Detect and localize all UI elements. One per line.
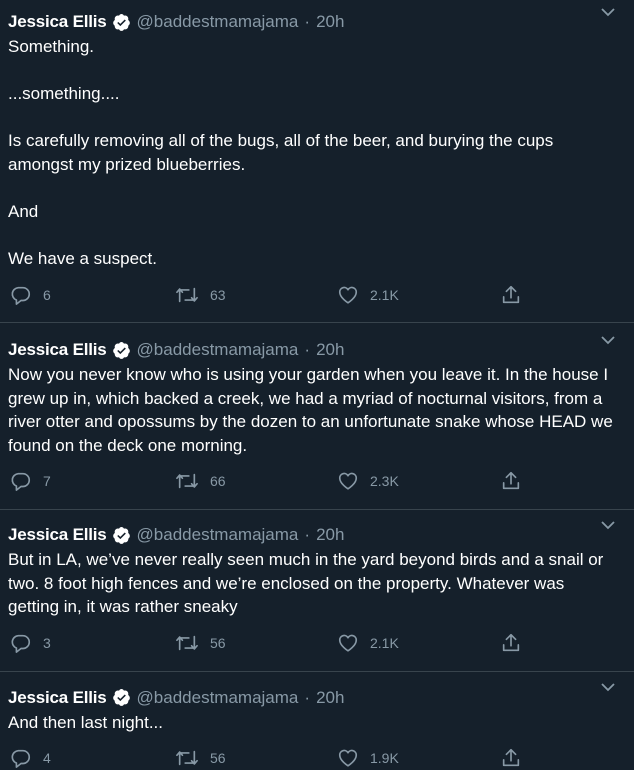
- reply-button[interactable]: 3: [10, 632, 175, 654]
- heart-icon: [337, 747, 359, 769]
- like-button[interactable]: 1.9K: [337, 747, 500, 769]
- tweet-text: Now you never know who is using your gar…: [8, 363, 626, 457]
- tweet[interactable]: Jessica Ellis @baddestmamajama · 20h But…: [0, 510, 634, 671]
- tweet-actions: 4 56 1.9K: [8, 746, 626, 770]
- retweet-count: 56: [210, 635, 226, 651]
- retweet-icon: [175, 470, 199, 492]
- like-button[interactable]: 2.3K: [337, 470, 500, 492]
- chevron-down-icon[interactable]: [600, 517, 616, 533]
- timestamp[interactable]: 20h: [316, 525, 344, 545]
- author-handle[interactable]: @baddestmamajama: [137, 12, 299, 32]
- tweet[interactable]: Jessica Ellis @baddestmamajama · 20h Som…: [0, 0, 634, 322]
- tweet-header: Jessica Ellis @baddestmamajama · 20h: [8, 686, 626, 710]
- tweet-actions: 3 56 2.1K: [8, 631, 626, 655]
- reply-icon: [10, 284, 32, 306]
- heart-icon: [337, 632, 359, 654]
- share-button[interactable]: [500, 470, 522, 492]
- verified-badge-icon: [112, 688, 131, 707]
- retweet-count: 63: [210, 287, 226, 303]
- like-button[interactable]: 2.1K: [337, 284, 500, 306]
- dot-separator: ·: [304, 525, 310, 545]
- tweet[interactable]: Jessica Ellis @baddestmamajama · 20h And…: [0, 672, 634, 770]
- timestamp[interactable]: 20h: [316, 688, 344, 708]
- tweet-header: Jessica Ellis @baddestmamajama · 20h: [8, 523, 626, 547]
- timestamp[interactable]: 20h: [316, 12, 344, 32]
- dot-separator: ·: [304, 688, 310, 708]
- reply-button[interactable]: 7: [10, 470, 175, 492]
- reply-count: 7: [43, 473, 51, 489]
- like-button[interactable]: 2.1K: [337, 632, 500, 654]
- share-icon: [500, 470, 522, 492]
- retweet-icon: [175, 632, 199, 654]
- like-count: 2.3K: [370, 473, 399, 489]
- reply-count: 3: [43, 635, 51, 651]
- reply-button[interactable]: 4: [10, 747, 175, 769]
- heart-icon: [337, 470, 359, 492]
- author-handle[interactable]: @baddestmamajama: [137, 688, 299, 708]
- tweet-text: But in LA, we’ve never really seen much …: [8, 548, 626, 619]
- reply-count: 4: [43, 750, 51, 766]
- tweet-header: Jessica Ellis @baddestmamajama · 20h: [8, 338, 626, 362]
- author-handle[interactable]: @baddestmamajama: [137, 340, 299, 360]
- retweet-button[interactable]: 66: [175, 470, 337, 492]
- retweet-button[interactable]: 56: [175, 632, 337, 654]
- chevron-down-icon[interactable]: [600, 4, 616, 20]
- tweet-header: Jessica Ellis @baddestmamajama · 20h: [8, 10, 626, 34]
- dot-separator: ·: [304, 340, 310, 360]
- tweet-actions: 6 63 2.1K: [8, 283, 626, 307]
- share-button[interactable]: [500, 284, 522, 306]
- author-handle[interactable]: @baddestmamajama: [137, 525, 299, 545]
- chevron-down-icon[interactable]: [600, 679, 616, 695]
- retweet-button[interactable]: 63: [175, 284, 337, 306]
- like-count: 1.9K: [370, 750, 399, 766]
- chevron-down-icon[interactable]: [600, 332, 616, 348]
- retweet-button[interactable]: 56: [175, 747, 337, 769]
- reply-count: 6: [43, 287, 51, 303]
- share-button[interactable]: [500, 747, 522, 769]
- reply-icon: [10, 632, 32, 654]
- like-count: 2.1K: [370, 635, 399, 651]
- author-name[interactable]: Jessica Ellis: [8, 340, 107, 360]
- reply-icon: [10, 470, 32, 492]
- retweet-count: 66: [210, 473, 226, 489]
- tweet-text: And then last night...: [8, 711, 626, 735]
- author-name[interactable]: Jessica Ellis: [8, 688, 107, 708]
- verified-badge-icon: [112, 341, 131, 360]
- retweet-count: 56: [210, 750, 226, 766]
- heart-icon: [337, 284, 359, 306]
- reply-button[interactable]: 6: [10, 284, 175, 306]
- retweet-icon: [175, 284, 199, 306]
- author-name[interactable]: Jessica Ellis: [8, 12, 107, 32]
- verified-badge-icon: [112, 526, 131, 545]
- reply-icon: [10, 747, 32, 769]
- retweet-icon: [175, 747, 199, 769]
- share-icon: [500, 284, 522, 306]
- tweet-actions: 7 66 2.3K: [8, 469, 626, 493]
- share-icon: [500, 632, 522, 654]
- verified-badge-icon: [112, 13, 131, 32]
- share-button[interactable]: [500, 632, 522, 654]
- share-icon: [500, 747, 522, 769]
- tweet-text: Something. ...something.... Is carefully…: [8, 35, 626, 270]
- like-count: 2.1K: [370, 287, 399, 303]
- dot-separator: ·: [304, 12, 310, 32]
- tweet[interactable]: Jessica Ellis @baddestmamajama · 20h Now…: [0, 323, 634, 509]
- author-name[interactable]: Jessica Ellis: [8, 525, 107, 545]
- timestamp[interactable]: 20h: [316, 340, 344, 360]
